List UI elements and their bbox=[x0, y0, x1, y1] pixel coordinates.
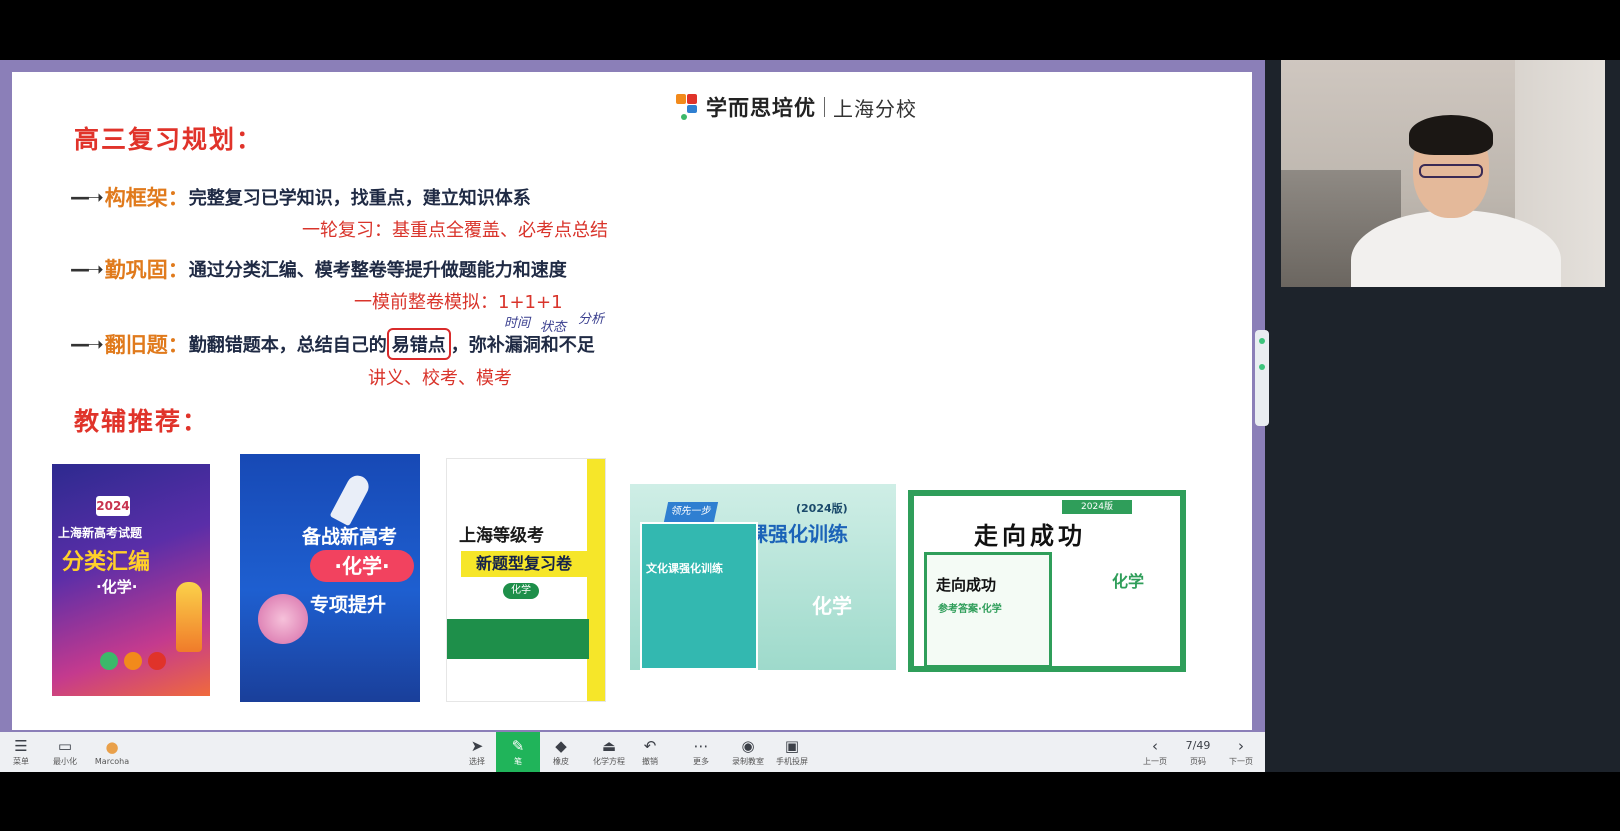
highlight-box: 易错点 bbox=[386, 328, 451, 360]
book-cover-5[interactable]: 2024版 走向成功 化学 走向成功 参考答案·化学 bbox=[908, 490, 1186, 672]
book-badge: 领先一步 bbox=[663, 502, 719, 522]
brand-name: 学而思培优 bbox=[706, 96, 816, 120]
book-cover-1[interactable]: 2024 上海新高考试题 分类汇编 ·化学· bbox=[52, 464, 210, 696]
book-inner-sub: 参考答案·化学 bbox=[938, 604, 1002, 615]
plan-row-text: 勤翻错题本，总结自己的 bbox=[188, 335, 387, 356]
equation-icon: ⏏ bbox=[601, 736, 617, 755]
video-panel bbox=[1265, 60, 1620, 772]
undo-icon: ↶ bbox=[643, 736, 657, 755]
book-subject: 化学 bbox=[1112, 572, 1145, 591]
plan-row-3: —➝ 翻旧题： 勤翻错题本，总结自己的 易错点 ，弥补漏洞和不足 bbox=[70, 328, 595, 360]
status-dot-icon bbox=[1259, 338, 1265, 344]
slide-canvas: 学而思培优 上海分校 高三复习规划： —➝ 构框架： 完整复习已学知识，找重点，… bbox=[12, 72, 1252, 730]
book-inner-title: 走向成功 bbox=[936, 576, 997, 594]
book-edition: 2024版 bbox=[1062, 500, 1132, 514]
record-icon: ◉ bbox=[741, 736, 755, 755]
book-spine bbox=[587, 459, 605, 701]
plan-row-label: 构框架： bbox=[104, 186, 189, 210]
equation-tool-button[interactable]: ⏏ 化学方程 bbox=[588, 732, 630, 772]
book-line1: 走向成功 bbox=[974, 522, 1086, 550]
book-subject: 化学 bbox=[503, 583, 539, 599]
slide-title: 高三复习规划： bbox=[74, 125, 264, 154]
app-window: 学而思培优 上海分校 高三复习规划： —➝ 构框架： 完整复习已学知识，找重点，… bbox=[0, 0, 1620, 831]
page-number: 7/49 bbox=[1185, 738, 1211, 752]
book-subject: ·化学· bbox=[310, 550, 414, 582]
plan-row-note: 讲义、校考、模考 bbox=[368, 368, 512, 389]
eraser-icon: ◆ bbox=[555, 736, 567, 755]
brand-header: 学而思培优 上海分校 bbox=[676, 92, 917, 122]
circle-badge-icon bbox=[148, 652, 166, 670]
rocket-icon bbox=[176, 582, 202, 652]
phone-cast-icon: ▣ bbox=[784, 736, 800, 755]
phone-cast-button[interactable]: ▣ 手机投屏 bbox=[772, 732, 812, 772]
chevron-left-icon: ‹ bbox=[1152, 736, 1158, 755]
book-cover-2[interactable]: 备战新高考 ·化学· 专项提升 bbox=[240, 454, 420, 702]
arrow-icon: —➝ bbox=[70, 257, 104, 281]
plan-row-note: 一轮复习：基重点全覆盖、必考点总结 bbox=[302, 220, 608, 241]
select-tool-button[interactable]: ➤ 选择 bbox=[462, 732, 492, 772]
section-title: 教辅推荐： bbox=[74, 407, 210, 436]
book-subject: 化学 bbox=[812, 594, 852, 618]
avatar-icon: ● bbox=[105, 737, 119, 756]
pen-tool-button[interactable]: ✎ 笔 bbox=[496, 732, 540, 772]
teacher-webcam bbox=[1281, 60, 1605, 287]
arrow-icon: —➝ bbox=[70, 332, 104, 356]
flask-icon bbox=[258, 594, 308, 644]
more-button[interactable]: ⋯ 更多 bbox=[686, 732, 716, 772]
rocket-icon bbox=[329, 471, 373, 527]
plan-row-label: 翻旧题： bbox=[104, 333, 189, 357]
chevron-right-icon: › bbox=[1238, 736, 1244, 755]
undo-button[interactable]: ↶ 撤销 bbox=[636, 732, 664, 772]
book-line2: 分类汇编 bbox=[62, 550, 151, 575]
circle-badge-icon bbox=[100, 652, 118, 670]
book-cover-3[interactable]: 上海等级考 新题型复习卷 化学 bbox=[446, 458, 606, 702]
brand-logo-icon bbox=[676, 94, 698, 120]
book-cover-4[interactable]: (2024版) 课强化训练 化学 领先一步 文化课强化训练 bbox=[630, 484, 896, 670]
book-line2: 专项提升 bbox=[310, 594, 387, 616]
book-line1: 课强化训练 bbox=[748, 522, 848, 546]
brand-branch: 上海分校 bbox=[833, 96, 917, 121]
book-line2: 新题型复习卷 bbox=[461, 551, 587, 577]
bottom-toolbar: ☰ 菜单 ▭ 最小化 ● Marcoha ➤ 选择 ✎ 笔 ◆ 橡皮 ⏏ 化学方… bbox=[0, 732, 1265, 772]
book-line1: 上海新高考试题 bbox=[58, 526, 143, 540]
plan-row-label: 勤巩固： bbox=[104, 258, 189, 282]
book-band bbox=[447, 619, 589, 659]
book-subject: ·化学· bbox=[96, 578, 138, 596]
plan-row-note: 一模前整卷模拟：1+1+1 bbox=[354, 292, 563, 313]
pen-icon: ✎ bbox=[511, 736, 525, 755]
more-icon: ⋯ bbox=[693, 736, 709, 755]
arrow-icon: —➝ bbox=[70, 185, 104, 209]
plan-row-text: 通过分类汇编、模考整卷等提升做题能力和速度 bbox=[188, 260, 567, 281]
handwriting-analysis: 分析 bbox=[578, 312, 605, 327]
menu-icon: ☰ bbox=[14, 736, 28, 755]
book-inner-title: 文化课强化训练 bbox=[646, 562, 723, 575]
glasses-icon bbox=[1419, 164, 1483, 178]
book-year-badge: 2024 bbox=[96, 496, 130, 516]
minimize-icon: ▭ bbox=[57, 736, 73, 755]
plan-row-text: ，弥补漏洞和不足 bbox=[450, 335, 595, 356]
minimize-button[interactable]: ▭ 最小化 bbox=[48, 732, 82, 772]
book-line1: 上海等级考 bbox=[459, 526, 544, 546]
next-page-button[interactable]: › 下一页 bbox=[1226, 732, 1256, 772]
book-inner-cover bbox=[640, 522, 758, 670]
plan-row-2: —➝ 勤巩固： 通过分类汇编、模考整卷等提升做题能力和速度 bbox=[70, 254, 567, 284]
status-dot-icon bbox=[1259, 364, 1265, 370]
plan-row-text: 完整复习已学知识，找重点，建立知识体系 bbox=[188, 188, 531, 209]
menu-button[interactable]: ☰ 菜单 bbox=[8, 732, 34, 772]
user-avatar-button[interactable]: ● Marcoha bbox=[92, 732, 132, 772]
plan-row-1: —➝ 构框架： 完整复习已学知识，找重点，建立知识体系 bbox=[70, 182, 531, 212]
page-indicator[interactable]: 7/49 页码 bbox=[1180, 732, 1216, 772]
book-edition: (2024版) bbox=[796, 502, 848, 515]
cursor-icon: ➤ bbox=[470, 736, 484, 755]
record-button[interactable]: ◉ 录制教室 bbox=[728, 732, 768, 772]
prev-page-button[interactable]: ‹ 上一页 bbox=[1140, 732, 1170, 772]
circle-badge-icon bbox=[124, 652, 142, 670]
eraser-tool-button[interactable]: ◆ 橡皮 bbox=[546, 732, 576, 772]
side-tool-strip[interactable] bbox=[1255, 330, 1269, 426]
book-line1: 备战新高考 bbox=[302, 526, 398, 548]
brand-divider bbox=[824, 97, 825, 117]
slide-frame: 学而思培优 上海分校 高三复习规划： —➝ 构框架： 完整复习已学知识，找重点，… bbox=[0, 60, 1265, 772]
